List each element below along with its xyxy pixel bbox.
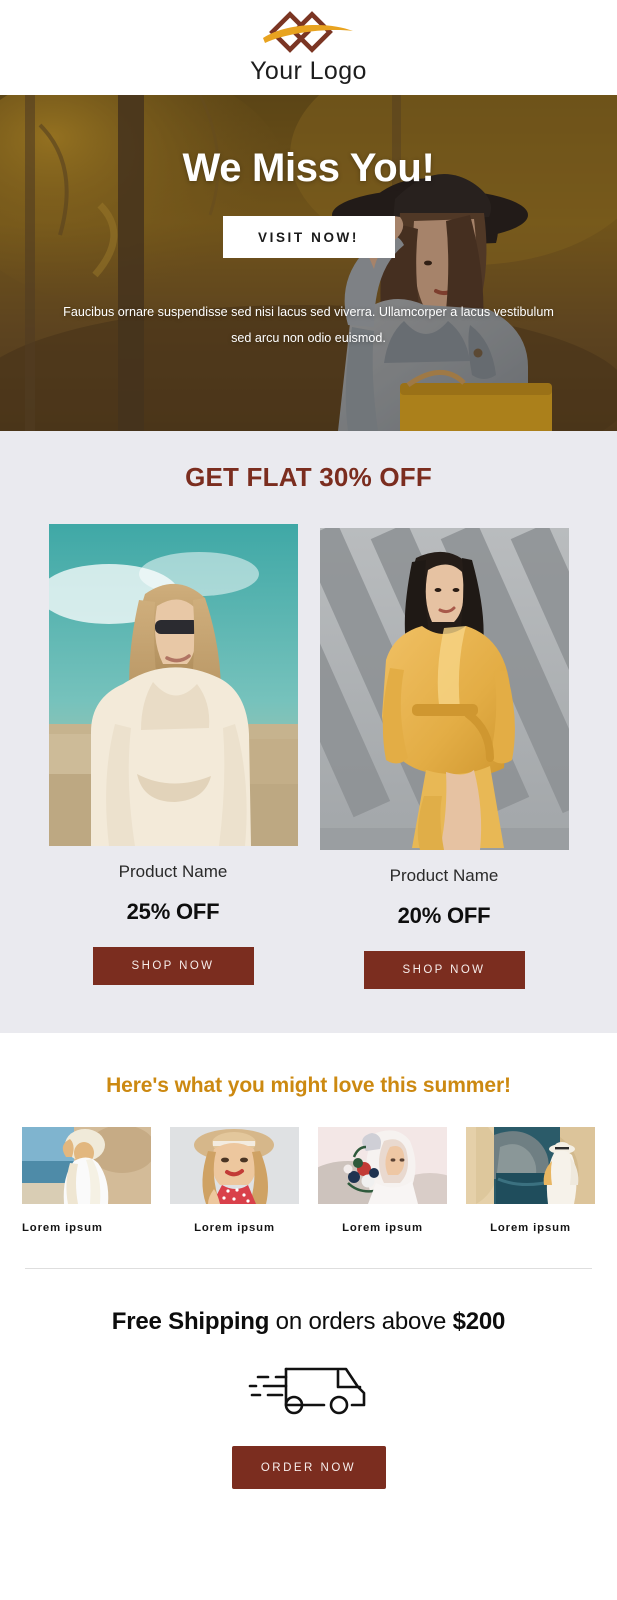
shipping-amount: $200	[452, 1308, 506, 1335]
product-list: Product Name 25% OFF SHOP NOW Product Na…	[0, 524, 617, 989]
hero-subtitle: Faucibus ornare suspendisse sed nisi lac…	[63, 305, 554, 345]
brand-logo-text: Your Logo	[250, 56, 367, 85]
summer-pick-item: Lorem ipsum	[318, 1127, 447, 1234]
product-name: Product Name	[389, 866, 499, 885]
summer-picks-title: Here's what you might love this summer!	[106, 1074, 511, 1097]
summer-pick-item: Lorem ipsum	[22, 1127, 151, 1234]
hero-section: We Miss You! VISIT NOW! Faucibus ornare …	[0, 95, 617, 431]
shipping-section: Free Shipping on orders above $200 ORDER…	[0, 1269, 617, 1489]
summer-pick-caption: Lorem ipsum	[490, 1222, 571, 1234]
email-body: Your Logo We Miss You! VISIT NOW! Faucib…	[0, 0, 617, 1600]
shipping-mid-text: on orders above	[269, 1308, 453, 1335]
summer-pick-item: Lorem ipsum	[170, 1127, 299, 1234]
hero-title: We Miss You!	[182, 146, 435, 190]
summer-pick-caption: Lorem ipsum	[342, 1222, 423, 1234]
summer-picks-section: Here's what you might love this summer!	[0, 1033, 617, 1269]
delivery-truck-icon	[248, 1367, 365, 1415]
order-now-button[interactable]: ORDER NOW	[231, 1446, 386, 1489]
summer-pick-image[interactable]	[170, 1127, 299, 1204]
summer-pick-image[interactable]	[22, 1127, 151, 1204]
product-card: Product Name 20% OFF SHOP NOW	[319, 528, 569, 989]
shipping-headline: Free Shipping on orders above $200	[0, 1308, 617, 1336]
product-card: Product Name 25% OFF SHOP NOW	[48, 524, 298, 985]
email-header: Your Logo	[0, 0, 617, 95]
shop-now-button[interactable]: SHOP NOW	[363, 951, 525, 989]
shop-now-button[interactable]: SHOP NOW	[92, 947, 254, 985]
summer-pick-item: Lorem ipsum	[466, 1127, 595, 1234]
product-discount: 25% OFF	[126, 899, 220, 924]
offer-title: GET FLAT 30% OFF	[185, 462, 432, 492]
summer-pick-image[interactable]	[466, 1127, 595, 1204]
product-image[interactable]	[48, 524, 298, 846]
summer-pick-caption: Lorem ipsum	[22, 1222, 103, 1234]
product-discount: 20% OFF	[397, 903, 491, 928]
shipping-bold-lead: Free Shipping	[111, 1308, 270, 1335]
product-image[interactable]	[319, 528, 569, 850]
delivery-truck-icon-wrap	[0, 1357, 617, 1417]
visit-now-button[interactable]: VISIT NOW!	[222, 216, 395, 258]
summer-picks-list: Lorem ipsum Lorem ipsum Lorem ipsum Lore…	[0, 1127, 617, 1234]
product-name: Product Name	[118, 862, 228, 881]
summer-pick-image[interactable]	[318, 1127, 447, 1204]
offer-section: GET FLAT 30% OFF Product Name 25% OFF SH…	[0, 431, 617, 1033]
summer-pick-caption: Lorem ipsum	[194, 1222, 275, 1234]
brand-logo-icon	[262, 10, 353, 53]
